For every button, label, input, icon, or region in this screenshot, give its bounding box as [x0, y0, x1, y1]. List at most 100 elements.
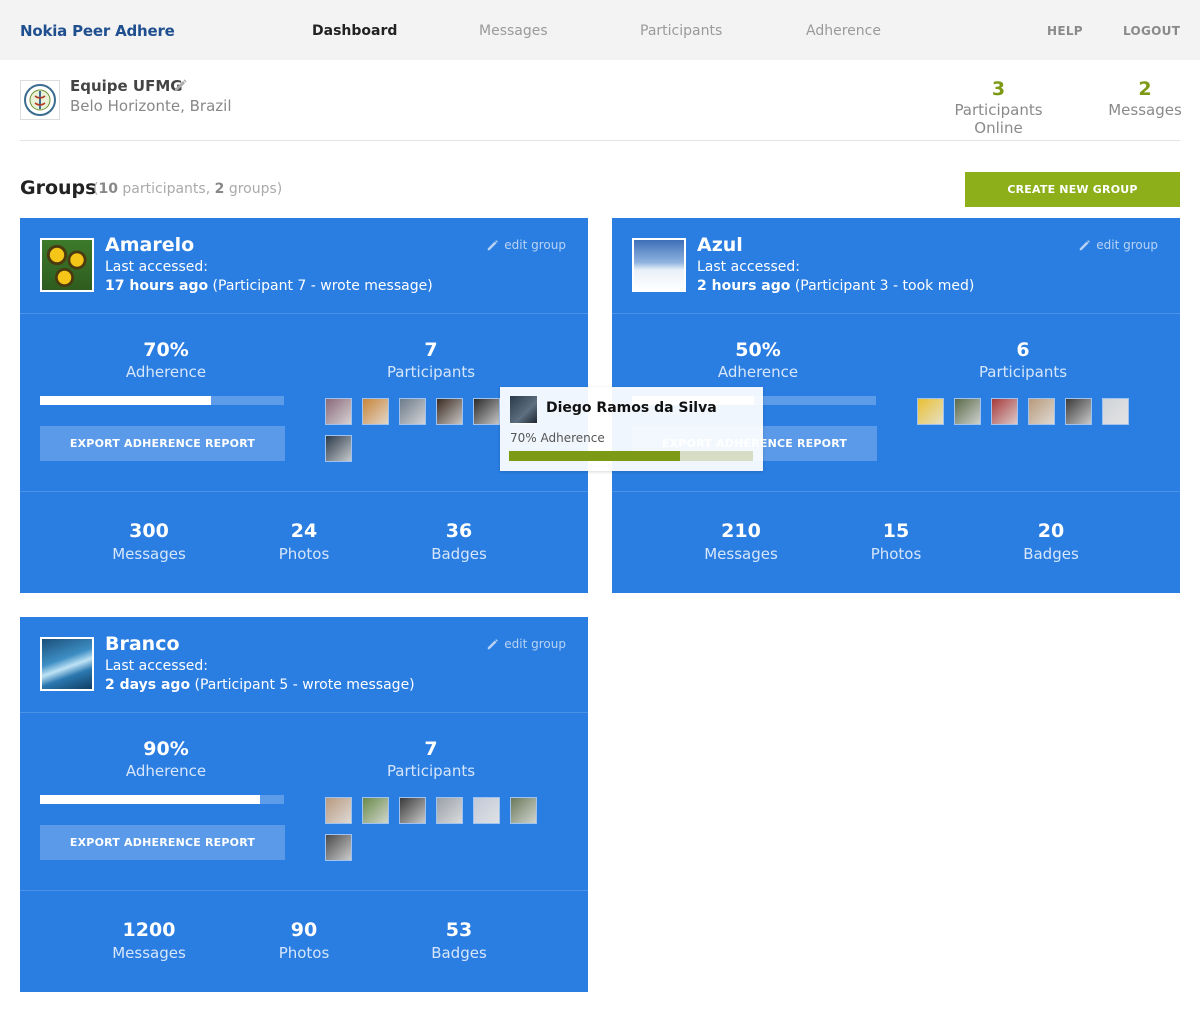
divider — [612, 313, 1180, 314]
participant-avatar[interactable] — [436, 797, 463, 824]
org-name: Equipe UFMG — [70, 77, 183, 95]
badges-label: Badges — [1023, 545, 1079, 563]
adherence-percent: 50% — [735, 339, 781, 361]
edit-group-link[interactable]: edit group — [486, 238, 566, 252]
participant-adherence-bar — [509, 451, 753, 461]
participants-label: Participants — [386, 762, 476, 780]
divider — [20, 491, 588, 492]
participants-label: Participants — [978, 363, 1068, 381]
photos-count: 15 — [882, 520, 910, 542]
participant-avatar[interactable] — [325, 834, 352, 861]
org-location: Belo Horizonte, Brazil — [70, 97, 232, 115]
group-thumbnail — [632, 238, 686, 292]
participants-online-count: 3 — [991, 78, 1006, 100]
badges-count: 20 — [1037, 520, 1065, 542]
brand-logo-text[interactable]: Nokia Peer Adhere — [20, 22, 175, 40]
participant-avatar[interactable] — [473, 398, 500, 425]
messages-label: Messages — [112, 545, 186, 563]
participant-avatar[interactable] — [399, 398, 426, 425]
edit-pencil-icon — [1080, 240, 1091, 251]
divider — [612, 491, 1180, 492]
export-adherence-report-button[interactable]: EXPORT ADHERENCE REPORT — [40, 825, 285, 860]
adherence-bar — [40, 795, 284, 804]
participant-adherence-bar-fill — [509, 451, 680, 461]
participant-avatar[interactable] — [325, 398, 352, 425]
edit-group-link[interactable]: edit group — [1078, 238, 1158, 252]
create-new-group-button[interactable]: CREATE NEW GROUP — [965, 172, 1180, 207]
participant-avatar[interactable] — [362, 797, 389, 824]
last-accessed-detail: 2 days ago (Participant 5 - wrote messag… — [105, 677, 415, 693]
edit-pencil-icon — [488, 639, 499, 650]
top-navigation-bar: Nokia Peer Adhere Dashboard Messages Par… — [0, 0, 1200, 60]
help-link[interactable]: HELP — [1047, 24, 1083, 38]
nav-messages[interactable]: Messages — [479, 23, 548, 39]
last-accessed-detail: 17 hours ago (Participant 7 - wrote mess… — [105, 278, 433, 294]
participants-count: 7 — [424, 339, 438, 361]
badges-count: 53 — [445, 919, 473, 941]
group-name[interactable]: Azul — [697, 234, 743, 256]
groups-summary: (10 participants, 2 groups) — [93, 181, 283, 197]
nav-participants[interactable]: Participants — [640, 23, 722, 39]
participant-avatar[interactable] — [436, 398, 463, 425]
photos-count: 24 — [290, 520, 318, 542]
badges-label: Badges — [431, 545, 487, 563]
divider — [20, 890, 588, 891]
participant-avatar — [510, 396, 537, 423]
edit-pencil-icon[interactable] — [172, 77, 188, 93]
groups-title: Groups — [20, 177, 97, 199]
messages-count: 210 — [721, 520, 761, 542]
messages-label: Messages — [1108, 101, 1182, 119]
photos-count: 90 — [290, 919, 318, 941]
logout-link[interactable]: LOGOUT — [1123, 24, 1180, 38]
participant-adherence-text: 70% Adherence — [510, 431, 605, 445]
participant-avatar[interactable] — [1065, 398, 1092, 425]
divider — [20, 140, 1180, 141]
participant-avatar[interactable] — [1102, 398, 1129, 425]
adherence-label: Adherence — [125, 363, 207, 381]
messages-count: 300 — [129, 520, 169, 542]
photos-label: Photos — [278, 944, 330, 962]
adherence-label: Adherence — [717, 363, 799, 381]
nav-adherence[interactable]: Adherence — [806, 23, 881, 39]
edit-group-link[interactable]: edit group — [486, 637, 566, 651]
participants-count: 7 — [424, 738, 438, 760]
participants-online-label: Participants Online — [954, 101, 1043, 137]
group-thumbnail — [40, 238, 94, 292]
participant-tooltip: Diego Ramos da Silva 70% Adherence — [500, 387, 763, 471]
photos-label: Photos — [278, 545, 330, 563]
participant-avatar[interactable] — [1028, 398, 1055, 425]
participant-avatar[interactable] — [510, 797, 537, 824]
participant-avatar[interactable] — [325, 435, 352, 462]
last-accessed-label: Last accessed: — [105, 658, 209, 674]
export-adherence-report-button[interactable]: EXPORT ADHERENCE REPORT — [40, 426, 285, 461]
participant-avatar[interactable] — [991, 398, 1018, 425]
divider — [20, 313, 588, 314]
adherence-percent: 90% — [143, 738, 189, 760]
badges-label: Badges — [431, 944, 487, 962]
messages-count: 2 — [1138, 78, 1152, 100]
participant-avatar[interactable] — [954, 398, 981, 425]
last-accessed-label: Last accessed: — [105, 259, 209, 275]
participant-name: Diego Ramos da Silva — [546, 400, 717, 416]
org-seal-icon — [24, 84, 56, 116]
group-name[interactable]: Amarelo — [105, 234, 194, 256]
participant-avatar[interactable] — [325, 797, 352, 824]
adherence-label: Adherence — [125, 762, 207, 780]
adherence-bar — [40, 396, 284, 405]
adherence-bar-fill — [40, 396, 211, 405]
nav-dashboard[interactable]: Dashboard — [312, 23, 397, 39]
participant-avatar[interactable] — [362, 398, 389, 425]
participant-avatar[interactable] — [399, 797, 426, 824]
participant-avatar-list — [325, 797, 565, 861]
messages-label: Messages — [112, 944, 186, 962]
last-accessed-detail: 2 hours ago (Participant 3 - took med) — [697, 278, 975, 294]
group-name[interactable]: Branco — [105, 633, 180, 655]
messages-label: Messages — [704, 545, 778, 563]
participants-label: Participants — [386, 363, 476, 381]
adherence-bar-fill — [40, 795, 260, 804]
participant-avatar-list — [917, 398, 1157, 425]
participants-count: 6 — [1016, 339, 1030, 361]
participant-avatar[interactable] — [917, 398, 944, 425]
divider — [20, 712, 588, 713]
participant-avatar[interactable] — [473, 797, 500, 824]
